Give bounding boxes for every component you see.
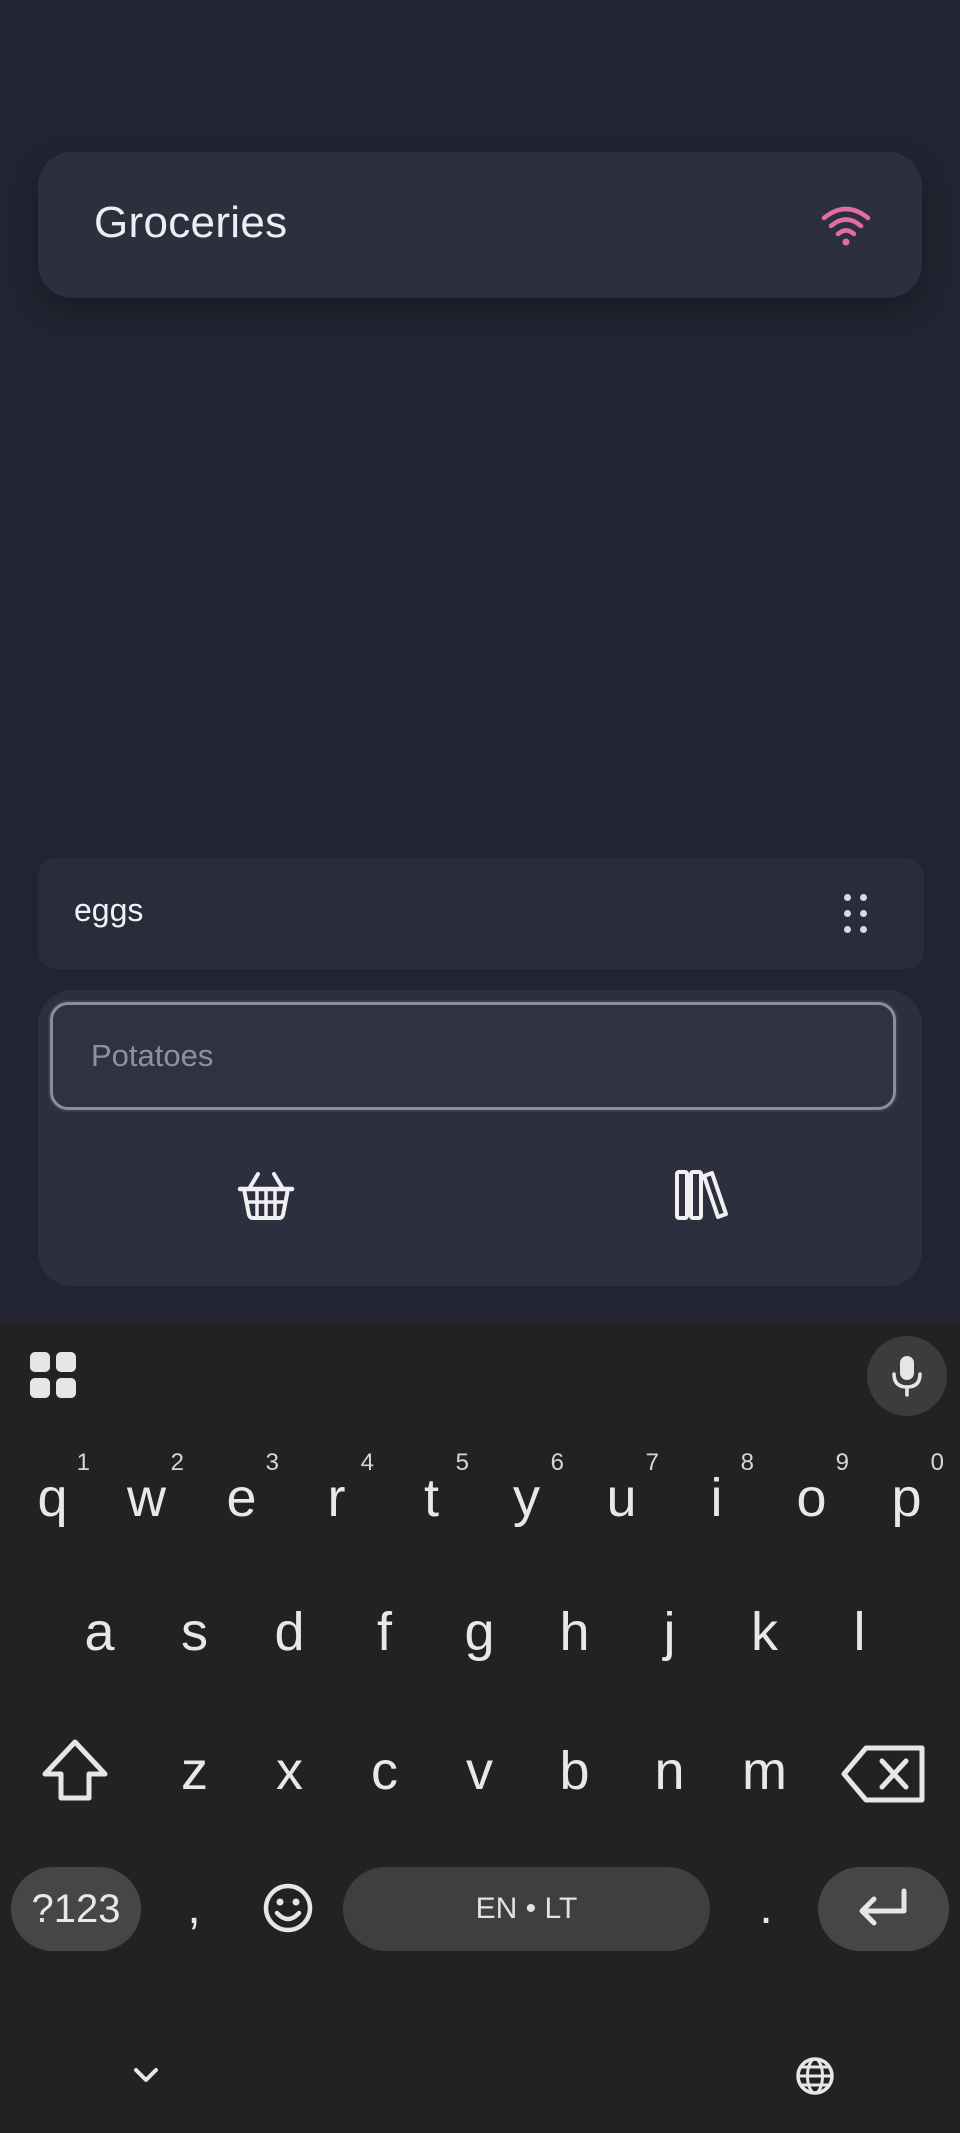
key-h[interactable]: h [527, 1577, 622, 1687]
key-label: j [663, 1602, 676, 1662]
key-label: b [559, 1741, 590, 1801]
key-label: c [371, 1741, 398, 1801]
key-label: k [751, 1602, 778, 1662]
key-s[interactable]: s [147, 1577, 242, 1687]
wifi-icon[interactable] [820, 202, 872, 248]
hide-keyboard-icon[interactable] [128, 2060, 164, 2090]
key-e[interactable]: e3 [194, 1443, 289, 1553]
key-label: z [181, 1741, 208, 1801]
key-label: m [742, 1741, 787, 1801]
voice-input-button[interactable] [867, 1336, 947, 1416]
list-item-label: eggs [74, 892, 144, 928]
key-o[interactable]: o9 [764, 1443, 859, 1553]
symbols-key[interactable]: ?123 [11, 1867, 141, 1951]
enter-key[interactable] [818, 1867, 949, 1951]
key-label: g [464, 1602, 495, 1662]
comma-key[interactable]: , [152, 1862, 236, 1954]
key-hint: 3 [265, 1449, 279, 1476]
backspace-icon[interactable] [838, 1738, 932, 1810]
key-hint: 9 [835, 1449, 849, 1476]
key-label: d [274, 1602, 305, 1662]
key-n[interactable]: n [622, 1716, 717, 1826]
list-item[interactable]: eggs [38, 858, 924, 969]
key-a[interactable]: a [52, 1577, 147, 1687]
drag-handle-icon[interactable] [844, 894, 868, 936]
microphone-icon [892, 1356, 922, 1397]
key-hint: 4 [360, 1449, 374, 1476]
key-z[interactable]: z [147, 1716, 242, 1826]
shift-icon[interactable] [30, 1732, 120, 1812]
key-u[interactable]: u7 [574, 1443, 669, 1553]
key-r[interactable]: r4 [289, 1443, 384, 1553]
item-name-input[interactable] [50, 1002, 896, 1110]
key-hint: 6 [550, 1449, 564, 1476]
key-q[interactable]: q1 [5, 1443, 100, 1553]
key-c[interactable]: c [337, 1716, 432, 1826]
library-icon[interactable] [670, 1168, 730, 1222]
key-label: v [466, 1741, 493, 1801]
app-screen: Groceries eggs [0, 0, 960, 1322]
enter-icon [859, 1888, 907, 1926]
key-g[interactable]: g [432, 1577, 527, 1687]
key-hint: 1 [76, 1449, 90, 1476]
key-d[interactable]: d [242, 1577, 337, 1687]
keyboard-apps-icon[interactable] [30, 1352, 76, 1398]
key-label: f [376, 1602, 392, 1662]
key-label: x [276, 1741, 303, 1801]
key-b[interactable]: b [527, 1716, 622, 1826]
key-hint: 5 [455, 1449, 469, 1476]
key-p[interactable]: p0 [859, 1443, 954, 1553]
key-m[interactable]: m [717, 1716, 812, 1826]
basket-icon[interactable] [236, 1168, 296, 1222]
list-title: Groceries [94, 198, 288, 247]
key-x[interactable]: x [242, 1716, 337, 1826]
key-label: s [181, 1602, 208, 1662]
key-hint: 8 [740, 1449, 754, 1476]
key-i[interactable]: i8 [669, 1443, 764, 1553]
key-hint: 7 [645, 1449, 659, 1476]
key-t[interactable]: t5 [384, 1443, 479, 1553]
list-header-card: Groceries [38, 152, 922, 298]
key-f[interactable]: f [337, 1577, 432, 1687]
key-hint: 0 [930, 1449, 944, 1476]
key-hint: 2 [170, 1449, 184, 1476]
key-label: n [654, 1741, 685, 1801]
period-key[interactable]: . [726, 1862, 806, 1954]
globe-icon[interactable] [794, 2055, 836, 2097]
emoji-icon[interactable] [262, 1882, 314, 1934]
key-k[interactable]: k [717, 1577, 812, 1687]
key-v[interactable]: v [432, 1716, 527, 1826]
key-y[interactable]: y6 [479, 1443, 574, 1553]
add-item-panel [38, 990, 922, 1286]
key-label: l [853, 1602, 866, 1662]
key-w[interactable]: w2 [99, 1443, 194, 1553]
key-j[interactable]: j [622, 1577, 717, 1687]
key-label: h [559, 1602, 590, 1662]
space-bar[interactable]: EN • LT [343, 1867, 710, 1951]
key-label: a [84, 1602, 115, 1662]
key-l[interactable]: l [812, 1577, 907, 1687]
